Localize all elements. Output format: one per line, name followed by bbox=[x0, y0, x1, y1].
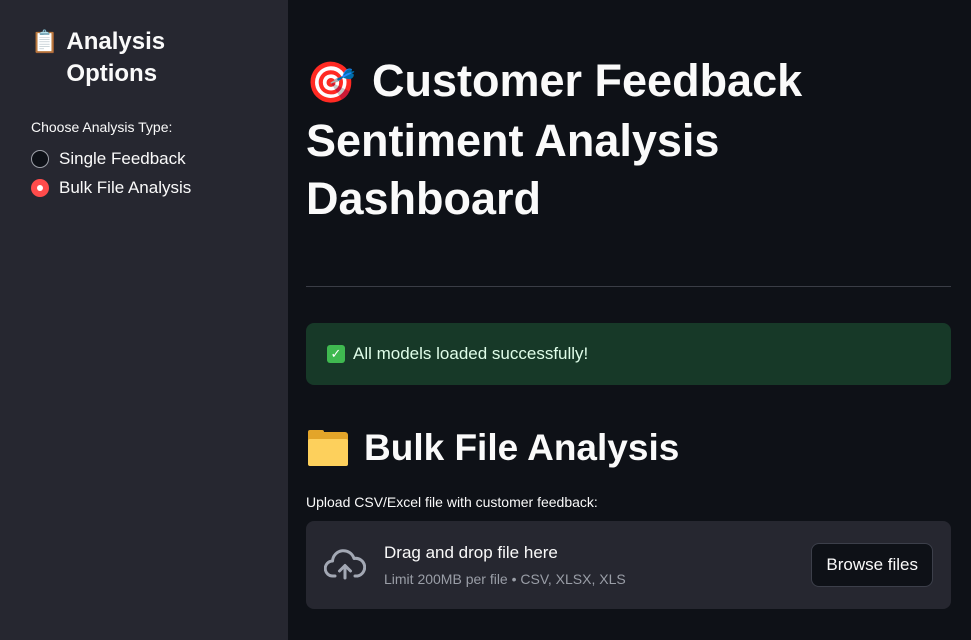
dropzone-instructions: Drag and drop file here bbox=[384, 543, 558, 562]
radio-option-label: Bulk File Analysis bbox=[59, 177, 192, 197]
success-alert: ✓ All models loaded successfully! bbox=[306, 323, 951, 385]
radio-unchecked-icon[interactable] bbox=[31, 149, 49, 168]
analysis-type-radio-group: Single Feedback Bulk File Analysis bbox=[31, 144, 257, 202]
sidebar-title-text: Analysis Options bbox=[66, 28, 166, 87]
sidebar-title: 📋 Analysis Options bbox=[31, 26, 257, 90]
dropzone-text: Drag and drop file here Limit 200MB per … bbox=[384, 542, 811, 588]
radio-checked-icon[interactable] bbox=[31, 178, 49, 197]
radio-option-bulk-file-analysis[interactable]: Bulk File Analysis bbox=[31, 173, 257, 202]
file-dropzone[interactable]: Drag and drop file here Limit 200MB per … bbox=[306, 521, 951, 609]
section-title: Bulk File Analysis bbox=[306, 425, 951, 471]
analysis-type-label: Choose Analysis Type: bbox=[31, 119, 173, 135]
divider bbox=[306, 286, 951, 287]
radio-option-single-feedback[interactable]: Single Feedback bbox=[31, 144, 257, 173]
section-title-text: Bulk File Analysis bbox=[364, 427, 680, 468]
page-title-text: Customer Feedback Sentiment Analysis Das… bbox=[306, 55, 803, 224]
main-content: 🎯 Customer Feedback Sentiment Analysis Da… bbox=[306, 0, 951, 609]
clipboard-icon: 📋 bbox=[31, 29, 59, 54]
target-icon: 🎯 bbox=[306, 61, 356, 105]
radio-option-label: Single Feedback bbox=[59, 148, 186, 168]
page-title: 🎯 Customer Feedback Sentiment Analysis Da… bbox=[306, 52, 951, 228]
folder-icon bbox=[306, 430, 350, 466]
dropzone-limit: Limit 200MB per file • CSV, XLSX, XLS bbox=[384, 571, 626, 587]
check-icon: ✓ bbox=[327, 345, 345, 363]
success-alert-text: All models loaded successfully! bbox=[353, 344, 589, 363]
browse-files-button[interactable]: Browse files bbox=[811, 543, 933, 587]
sidebar: 📋 Analysis Options Choose Analysis Type:… bbox=[0, 0, 288, 640]
cloud-upload-icon bbox=[324, 549, 366, 580]
upload-label: Upload CSV/Excel file with customer feed… bbox=[306, 494, 598, 510]
